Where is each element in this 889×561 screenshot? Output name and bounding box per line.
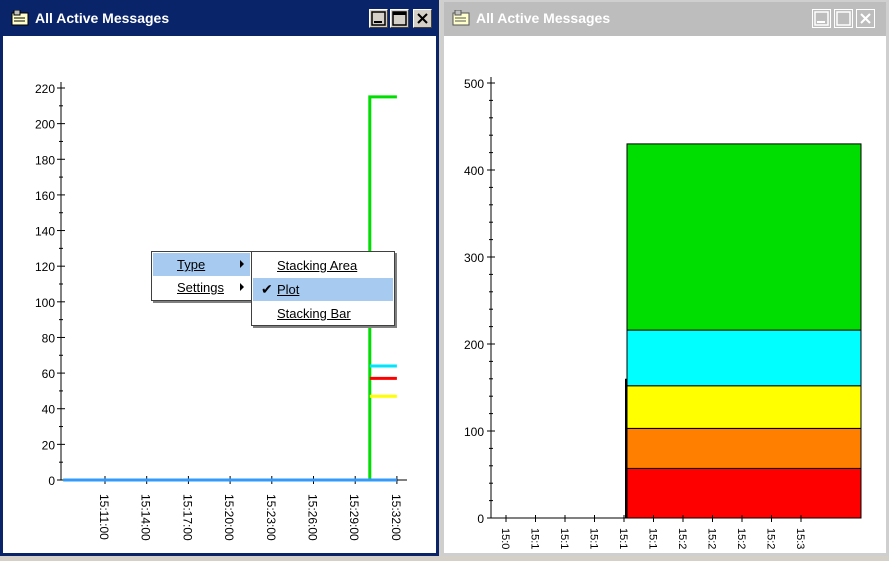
y-tick-label: 200 <box>35 118 55 132</box>
close-icon <box>860 13 871 24</box>
x-tick-label: 15:2 <box>735 528 747 549</box>
minimize-icon <box>814 11 829 26</box>
y-tick-label: 140 <box>35 225 55 239</box>
close-icon <box>417 13 428 24</box>
x-tick-label: 15:1 <box>529 528 541 549</box>
menu-item-plot-label: Plot <box>277 282 300 297</box>
x-tick-label: 15:23:00 <box>264 494 278 541</box>
minimize-icon <box>371 11 386 26</box>
minimize-button[interactable] <box>812 9 831 28</box>
x-tick-label: 15:20:00 <box>222 494 236 541</box>
x-tick-label: 15:29:00 <box>347 494 361 541</box>
y-tick-label: 80 <box>42 331 56 345</box>
left-window-title: All Active Messages <box>35 10 170 26</box>
close-button[interactable] <box>413 9 432 28</box>
area-layer-2 <box>626 385 862 429</box>
x-tick-label: 15:1 <box>588 528 600 549</box>
minimize-button[interactable] <box>369 9 388 28</box>
menu-item-settings[interactable]: Settings <box>153 276 250 299</box>
right-chart-window: All Active Messages 0 100 200 300 400 500 15:0… <box>441 0 889 556</box>
y-tick-label: 160 <box>35 189 55 203</box>
x-tick-label: 15:26:00 <box>306 494 320 541</box>
submenu-arrow-icon <box>240 260 244 268</box>
left-title-bar[interactable]: All Active Messages <box>3 2 436 36</box>
x-tick-label: 15:11:00 <box>97 494 111 540</box>
x-tick-label: 15:14:00 <box>139 494 153 541</box>
y-tick-label: 500 <box>464 77 484 91</box>
maximize-button[interactable] <box>834 9 853 28</box>
menu-item-stacking-bar[interactable]: Stacking Bar <box>253 302 393 325</box>
y-tick-label: 120 <box>35 260 55 274</box>
y-tick-label: 300 <box>464 251 484 265</box>
menu-item-stacking-area-label: Stacking Area <box>277 258 358 273</box>
menu-item-stacking-bar-label: Stacking Bar <box>277 306 351 321</box>
area-layer-0 <box>626 467 862 519</box>
x-tick-label: 15:0 <box>499 528 511 549</box>
y-tick-label: 20 <box>42 438 56 452</box>
menu-item-stacking-area[interactable]: Stacking Area <box>253 254 393 277</box>
x-tick-label: 15:1 <box>647 528 659 549</box>
context-menu: Type Settings <box>151 251 252 301</box>
menu-item-type[interactable]: Type <box>153 253 250 276</box>
y-tick-label: 0 <box>48 474 55 488</box>
y-tick-label: 60 <box>42 367 56 381</box>
x-tick-label: 15:1 <box>558 528 570 549</box>
maximize-icon <box>392 11 407 26</box>
app-icon <box>11 10 29 26</box>
type-submenu: Stacking Area ✔ Plot Stacking Bar <box>251 251 395 326</box>
maximize-button[interactable] <box>390 9 409 28</box>
x-tick-label: 15:2 <box>676 528 688 549</box>
x-tick-label: 15:17:00 <box>180 494 194 541</box>
x-tick-label: 15:2 <box>765 528 777 549</box>
y-tick-label: 220 <box>35 82 55 96</box>
y-tick-label: 200 <box>464 338 484 352</box>
y-tick-label: 100 <box>35 296 55 310</box>
area-layer-3 <box>626 329 862 387</box>
y-tick-label: 0 <box>477 512 484 526</box>
menu-item-settings-label: Settings <box>177 280 224 295</box>
right-window-title: All Active Messages <box>476 10 611 26</box>
y-tick-label: 400 <box>464 164 484 178</box>
area-layer-4 <box>626 143 862 331</box>
x-tick-label: 15:1 <box>617 528 629 549</box>
close-button[interactable] <box>856 9 875 28</box>
right-plot-area[interactable]: 0 100 200 300 400 500 15:0 15:1 15:1 15:1 15:1 15:1… <box>444 36 886 553</box>
y-tick-label: 40 <box>42 403 56 417</box>
right-stacking-area-chart: 0 100 200 300 400 500 15:0 15:1 15:1 15:1 15:1 15:1… <box>464 77 862 549</box>
maximize-icon <box>836 11 851 26</box>
y-tick-label: 180 <box>35 153 55 167</box>
menu-item-plot[interactable]: ✔ Plot <box>253 278 393 301</box>
x-tick-label: 15:3 <box>794 528 806 549</box>
menu-item-type-label: Type <box>177 257 206 272</box>
y-tick-label: 100 <box>464 425 484 439</box>
submenu-arrow-icon <box>240 283 244 291</box>
area-layer-1 <box>626 427 862 469</box>
app-icon <box>452 10 470 26</box>
checkmark-icon: ✔ <box>261 281 273 297</box>
x-tick-label: 15:2 <box>706 528 718 549</box>
right-title-bar[interactable]: All Active Messages <box>444 2 886 36</box>
x-tick-label: 15:32:00 <box>389 494 403 541</box>
